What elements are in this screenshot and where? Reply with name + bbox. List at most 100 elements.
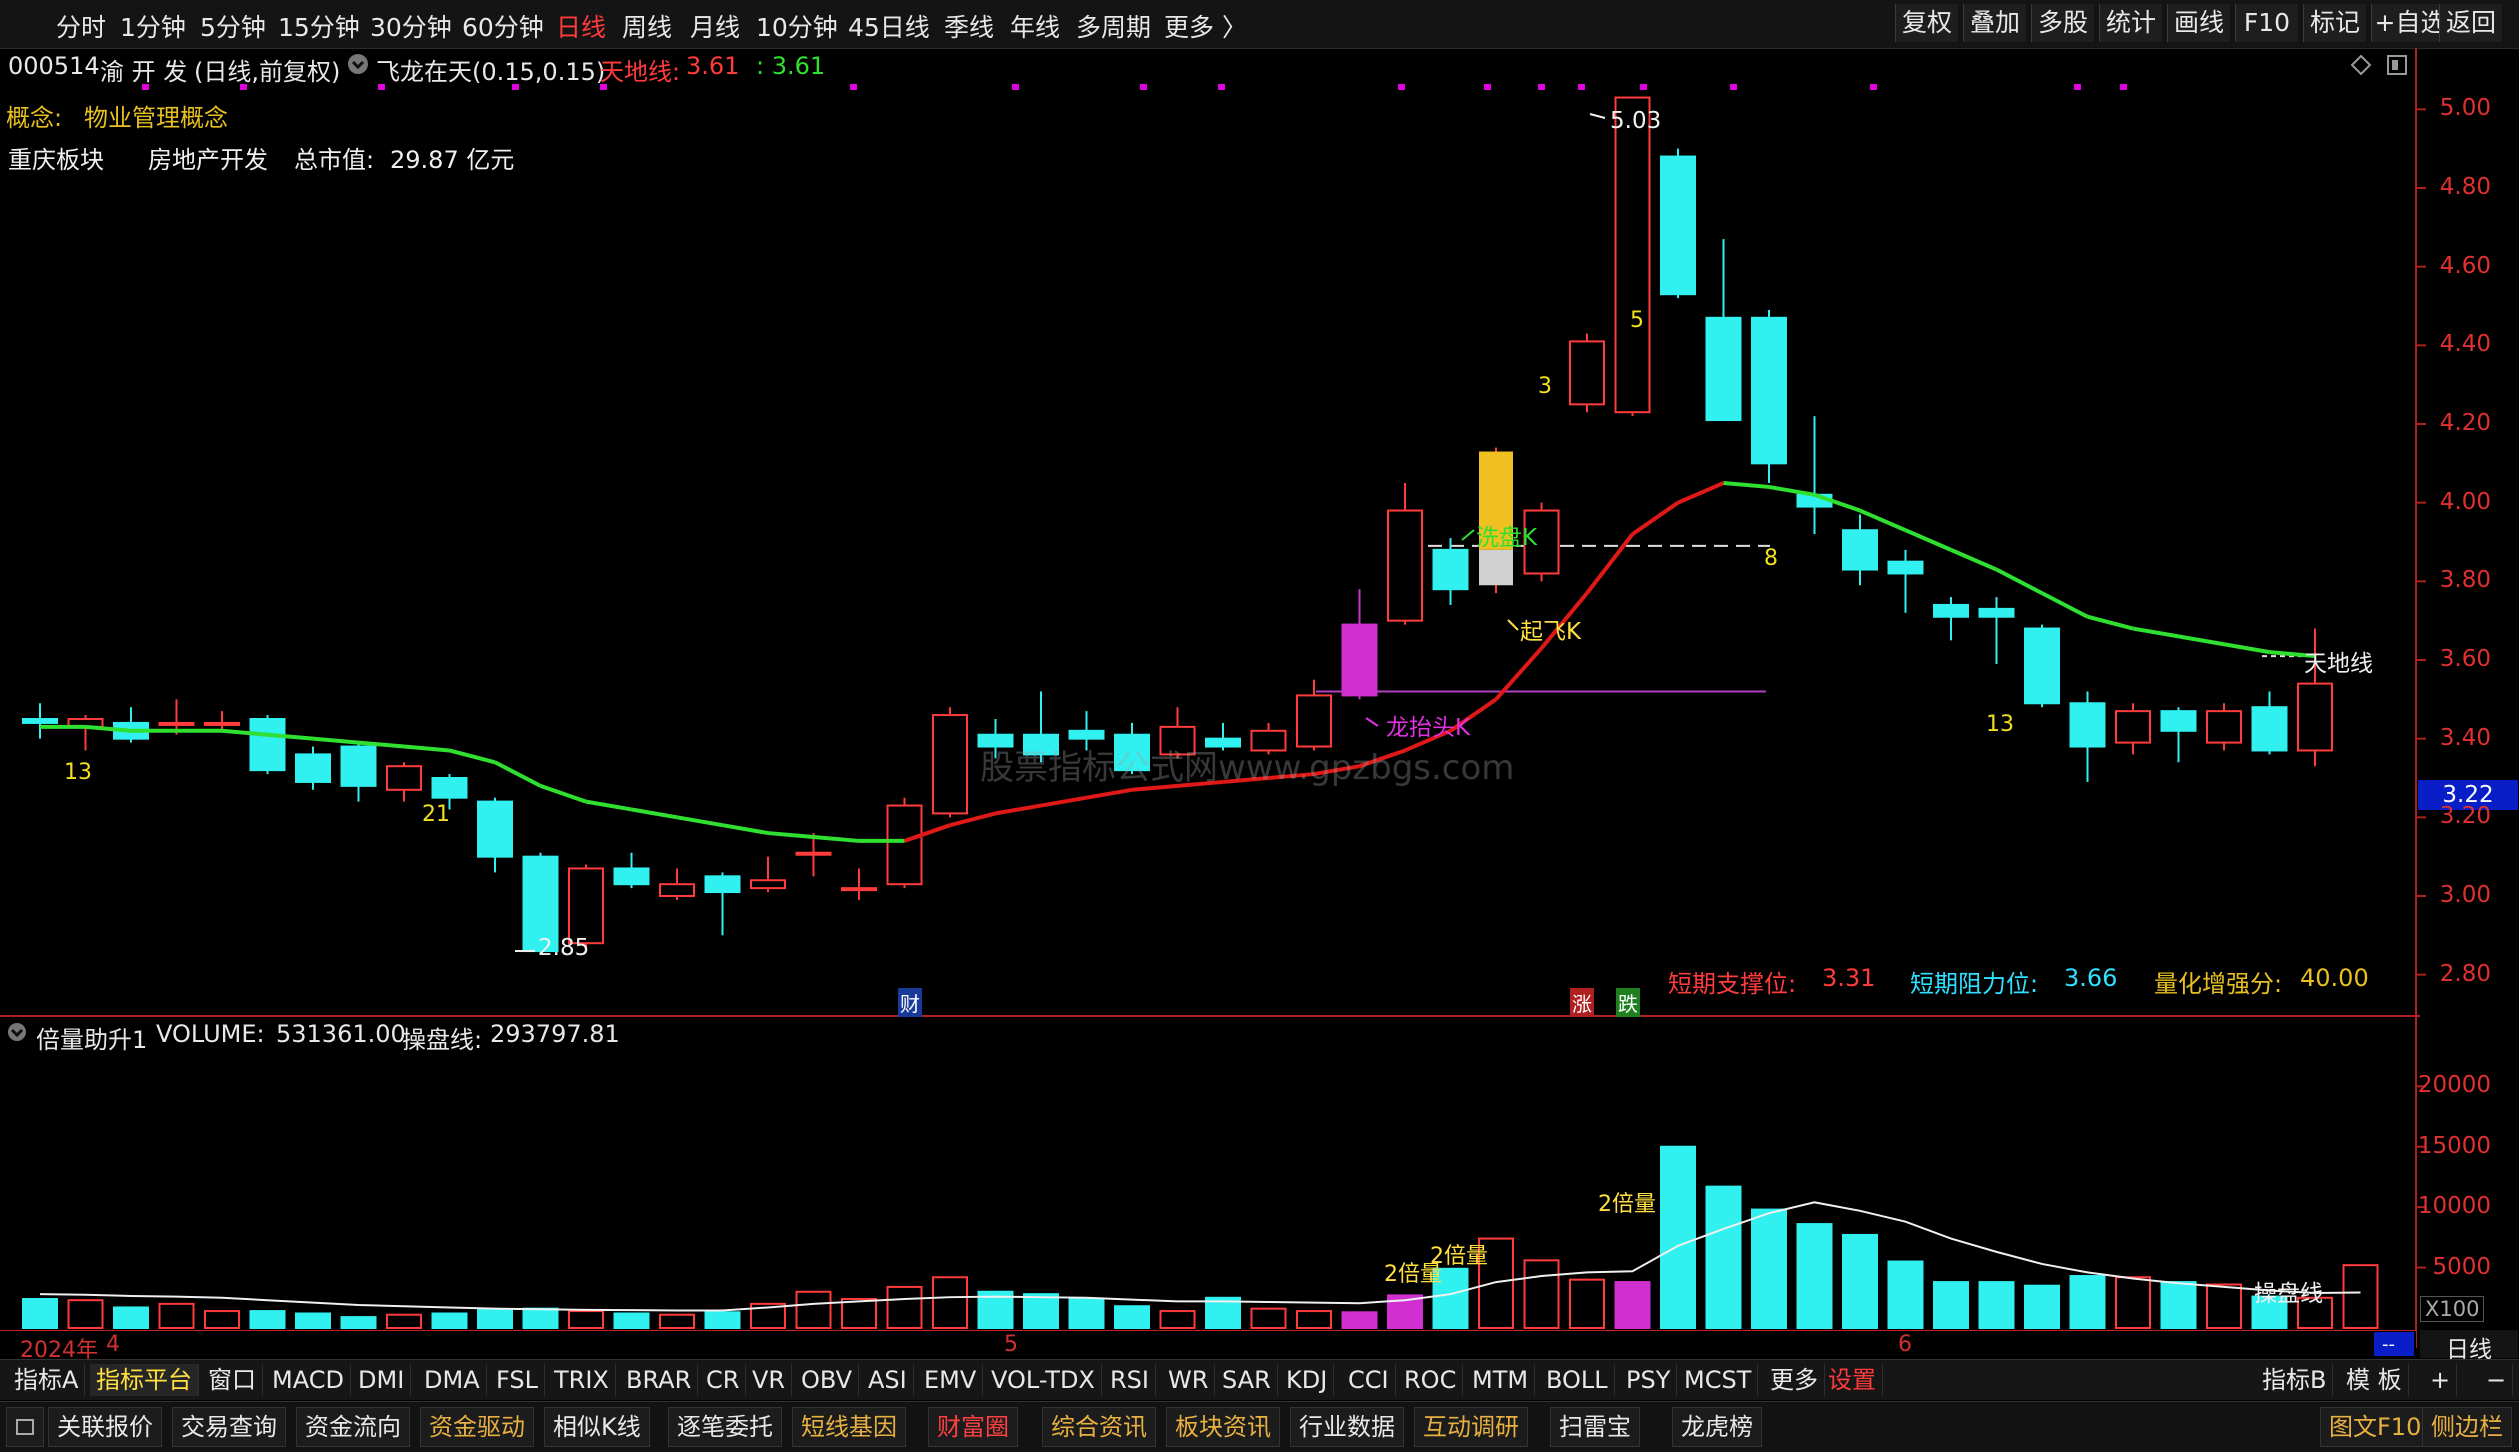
indicator-tab[interactable]: TRIX <box>548 1364 616 1396</box>
candle <box>2115 703 2151 755</box>
volume-chart[interactable] <box>0 1018 2519 1348</box>
indicator-tab[interactable]: OBV <box>795 1364 860 1396</box>
volume-bar <box>568 1310 604 1330</box>
indicator-tab[interactable]: BRAR <box>620 1364 699 1396</box>
longtaitou-label: 龙抬头K <box>1386 715 1471 741</box>
indicator-tab[interactable]: KDJ <box>1280 1364 1335 1396</box>
candle <box>1751 309 1787 483</box>
volume-bar <box>1705 1185 1742 1329</box>
function-button[interactable]: 逐笔委托 <box>668 1407 782 1447</box>
volume-bar <box>1569 1278 1605 1329</box>
indicator-tab[interactable]: VR <box>746 1364 793 1396</box>
indicator-tab[interactable]: 指标A <box>8 1364 86 1396</box>
candle <box>750 856 786 893</box>
candle <box>659 868 695 900</box>
indicator-tab[interactable]: ROC <box>1398 1364 1464 1396</box>
menu-icon[interactable] <box>6 1407 44 1447</box>
tiandi-line-segment <box>1904 528 1952 552</box>
indicator-tab[interactable]: 设置 <box>1822 1364 1883 1396</box>
tiandi-line-segment <box>539 783 587 804</box>
indicator-tab[interactable]: DMI <box>352 1364 412 1396</box>
volume-bar <box>1250 1307 1287 1329</box>
period-indicator[interactable]: 日线 <box>2420 1330 2518 1363</box>
tiandi-line-segment <box>949 811 997 828</box>
candle <box>477 797 513 873</box>
indicator-tab[interactable]: 指标平台 <box>90 1364 199 1396</box>
function-button[interactable]: 图文F10 <box>2320 1407 2431 1447</box>
function-button[interactable]: 短线基因 <box>792 1407 906 1447</box>
indicator-tab[interactable]: EMV <box>918 1364 984 1396</box>
candle <box>2251 691 2288 755</box>
candle <box>1933 597 1969 641</box>
support-value: 3.31 <box>1822 964 1876 992</box>
function-button[interactable]: 板块资讯 <box>1166 1407 1280 1447</box>
price-tick-label: 4.80 <box>2439 174 2491 200</box>
price-tick-label: 4.60 <box>2439 252 2491 279</box>
volume-bar <box>522 1307 559 1329</box>
function-button[interactable]: 龙虎榜 <box>1672 1407 1762 1447</box>
tiandi-line-segment <box>995 803 1042 816</box>
tiandi-line-segment <box>1086 787 1133 800</box>
scroll-thumb[interactable]: -- <box>2374 1332 2414 1356</box>
volume-bar <box>795 1290 832 1329</box>
low-price-label: 2.85 <box>538 935 590 961</box>
indicator-tab[interactable]: MACD <box>266 1364 351 1396</box>
function-button[interactable]: 财富圈 <box>928 1407 1018 1447</box>
resistance-label: 短期阻力位: <box>1910 970 2039 998</box>
candle <box>204 711 240 731</box>
double-volume-label: 2倍量 <box>1598 1192 1656 1217</box>
indicator-tab[interactable]: FSL <box>490 1364 545 1396</box>
candle <box>704 872 741 936</box>
indicator-tab[interactable]: ASI <box>862 1364 914 1396</box>
indicator-tab[interactable]: MCST <box>1678 1364 1759 1396</box>
limit-up-marker[interactable]: 涨 <box>1570 988 1594 1017</box>
indicator-tab[interactable]: RSI <box>1104 1364 1156 1396</box>
indicator-tab[interactable]: 更多 <box>1764 1364 1825 1396</box>
candle <box>1341 589 1378 700</box>
function-button[interactable]: 资金驱动 <box>420 1407 534 1447</box>
indicator-tab[interactable]: 指标B <box>2256 1364 2334 1396</box>
indicator-tab[interactable]: CR <box>700 1364 747 1396</box>
indicator-tab[interactable]: CCI <box>1342 1364 1396 1396</box>
candle <box>340 742 377 802</box>
function-button[interactable]: 交易查询 <box>172 1407 286 1447</box>
indicator-tab[interactable]: + <box>2424 1364 2458 1396</box>
candle <box>932 707 968 818</box>
indicator-tab[interactable]: BOLL <box>1540 1364 1615 1396</box>
volume-bar <box>2115 1276 2151 1329</box>
volume-bar <box>1296 1310 1332 1330</box>
function-button[interactable]: 资金流向 <box>296 1407 410 1447</box>
function-button[interactable]: 相似K线 <box>544 1407 650 1447</box>
resistance-value: 3.66 <box>2064 964 2118 992</box>
function-button[interactable]: 关联报价 <box>48 1407 162 1447</box>
price-tick-label: 4.00 <box>2439 488 2491 515</box>
indicator-tab[interactable]: SAR <box>1216 1364 1278 1396</box>
function-button[interactable]: 侧边栏 <box>2422 1407 2512 1447</box>
indicator-tab[interactable]: − <box>2480 1364 2514 1396</box>
function-button[interactable]: 互动调研 <box>1414 1407 1528 1447</box>
volume-bar <box>386 1313 422 1330</box>
score-label: 量化增强分: <box>2154 970 2283 998</box>
indicator-tab[interactable]: VOL-TDX <box>985 1364 1102 1396</box>
count-label: 21 <box>422 802 450 827</box>
limit-down-marker[interactable]: 跌 <box>1616 988 1640 1017</box>
indicator-tab[interactable]: WR <box>1162 1364 1216 1396</box>
candlestick-chart[interactable] <box>0 0 2519 1018</box>
indicator-tab[interactable]: 窗口 <box>202 1364 263 1396</box>
function-button[interactable]: 综合资讯 <box>1042 1407 1156 1447</box>
count-label: 8 <box>1764 546 1778 571</box>
tiandi-line-segment <box>767 831 814 839</box>
volume-bar <box>1341 1311 1378 1329</box>
indicator-tab[interactable]: PSY <box>1620 1364 1678 1396</box>
candle <box>1887 549 1924 613</box>
indicator-tab[interactable]: MTM <box>1466 1364 1536 1396</box>
support-label: 短期支撑位: <box>1668 970 1797 998</box>
tiandi-line-segment <box>2132 626 2179 639</box>
function-button[interactable]: 扫雷宝 <box>1550 1407 1640 1447</box>
volume-bar <box>2160 1281 2197 1330</box>
indicator-tab[interactable]: 模 板 <box>2340 1364 2409 1396</box>
function-button[interactable]: 行业数据 <box>1290 1407 1404 1447</box>
month-label: 5 <box>1004 1332 1018 1357</box>
indicator-tab[interactable]: DMA <box>418 1364 487 1396</box>
finance-marker[interactable]: 财 <box>898 988 922 1017</box>
